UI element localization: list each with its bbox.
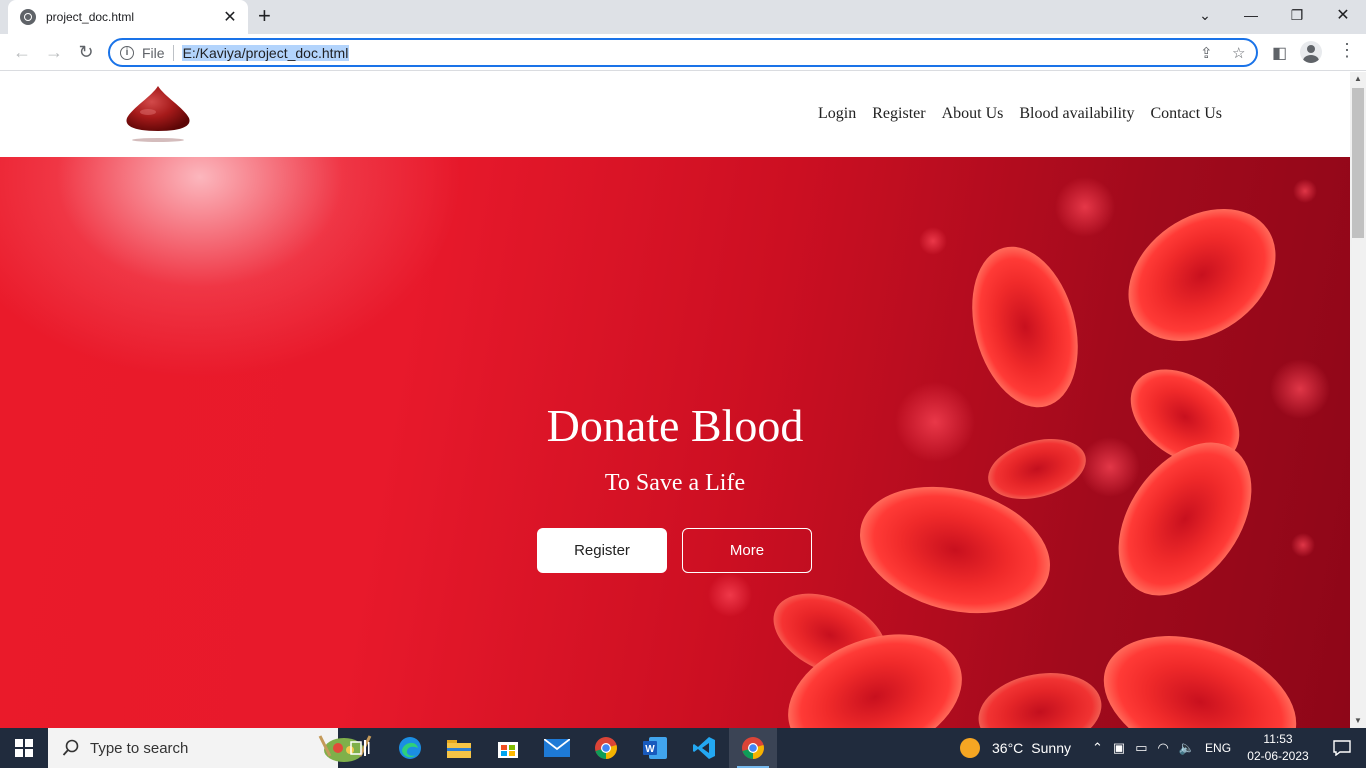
nav-register[interactable]: Register (872, 105, 925, 123)
notifications-icon[interactable] (1318, 728, 1366, 768)
url-text[interactable]: E:/Kaviya/project_doc.html (181, 44, 350, 61)
site-header: Login Register About Us Blood availabili… (0, 72, 1350, 157)
search-icon (62, 739, 79, 756)
show-hidden-icons-icon[interactable]: ⌃ (1092, 740, 1103, 756)
volume-icon[interactable]: 🔈 (1179, 740, 1195, 756)
weather-temp: 36°C (992, 740, 1024, 756)
windows-logo-icon (15, 739, 33, 757)
taskbar-clock[interactable]: 11:53 02-06-2023 (1240, 731, 1316, 765)
hero-title: Donate Blood (546, 400, 804, 451)
weather-condition: Sunny (1031, 740, 1071, 756)
nav-about-us[interactable]: About Us (942, 105, 1004, 123)
microsoft-store-icon[interactable] (484, 728, 532, 768)
tab-search-icon[interactable]: ⌄ (1182, 0, 1228, 30)
scroll-up-arrow-icon[interactable]: ▲ (1350, 72, 1366, 86)
profile-avatar-icon[interactable] (1300, 41, 1322, 63)
word-icon[interactable]: W (631, 728, 679, 768)
more-button[interactable]: More (682, 528, 812, 573)
globe-icon (20, 9, 36, 25)
scrollbar-thumb[interactable] (1352, 88, 1364, 238)
omnibox-divider (172, 44, 174, 61)
menu-icon[interactable]: ⋮ (1338, 40, 1356, 61)
chrome-icon[interactable] (582, 728, 630, 768)
battery-icon[interactable]: ▭ (1135, 740, 1147, 756)
wifi-icon[interactable]: ◠ (1158, 740, 1169, 756)
search-placeholder: Type to search (90, 739, 189, 757)
vscode-icon[interactable] (680, 728, 728, 768)
minimize-button[interactable]: ― (1228, 0, 1274, 30)
bookmark-star-icon[interactable]: ☆ (1232, 44, 1245, 62)
web-page: Login Register About Us Blood availabili… (0, 72, 1350, 728)
task-view-icon[interactable] (336, 728, 384, 768)
close-tab-icon[interactable]: ✕ (222, 7, 238, 27)
info-icon[interactable]: i (120, 45, 134, 60)
share-icon[interactable]: ⇪ (1200, 44, 1213, 62)
chrome-active-icon[interactable] (729, 728, 777, 768)
back-button[interactable]: ← (10, 40, 34, 64)
nav-login[interactable]: Login (818, 105, 856, 123)
tab-strip: project_doc.html ✕ + ⌄ ― ❐ ✕ (0, 0, 1366, 34)
meet-now-icon[interactable]: ▣ (1113, 740, 1125, 756)
browser-toolbar: ← → ↻ i File E:/Kaviya/project_doc.html … (0, 34, 1366, 71)
forward-button[interactable]: → (42, 40, 66, 64)
page-scrollbar[interactable]: ▲ ▼ (1350, 72, 1366, 728)
browser-tab[interactable]: project_doc.html ✕ (8, 0, 248, 34)
site-nav: Login Register About Us Blood availabili… (818, 105, 1222, 123)
edge-browser-icon[interactable] (386, 728, 434, 768)
clock-time: 11:53 (1263, 732, 1293, 746)
side-panel-icon[interactable]: ◧ (1272, 43, 1287, 63)
hero-subtitle: To Save a Life (604, 470, 746, 496)
restore-button[interactable]: ❐ (1274, 0, 1320, 30)
nav-blood-availability[interactable]: Blood availability (1019, 105, 1134, 123)
taskbar-search-box[interactable]: Type to search (48, 728, 372, 768)
new-tab-button[interactable]: + (258, 5, 271, 27)
sun-icon (960, 738, 980, 758)
reload-button[interactable]: ↻ (74, 40, 98, 64)
windows-start-button[interactable] (0, 728, 48, 768)
blood-drop-logo[interactable] (124, 84, 192, 144)
address-bar[interactable]: i File E:/Kaviya/project_doc.html ⇪ ☆ (108, 38, 1258, 67)
mail-icon[interactable] (533, 728, 581, 768)
tab-title: project_doc.html (46, 10, 135, 24)
svg-text:W: W (645, 744, 655, 755)
language-indicator[interactable]: ENG (1205, 741, 1231, 755)
system-tray: ⌃ ▣ ▭ ◠ 🔈 ENG (1092, 728, 1231, 768)
nav-contact-us[interactable]: Contact Us (1150, 105, 1222, 123)
scheme-label: File (142, 44, 165, 61)
scroll-down-arrow-icon[interactable]: ▼ (1350, 714, 1366, 728)
close-window-button[interactable]: ✕ (1320, 0, 1366, 30)
clock-date: 02-06-2023 (1247, 749, 1309, 763)
weather-widget[interactable]: 36°C Sunny (960, 728, 1071, 768)
windows-taskbar: Type to search W 36°C Sunny ⌃ ▣ ▭ ◠ 🔈 EN… (0, 728, 1366, 768)
register-button[interactable]: Register (537, 528, 667, 573)
file-explorer-icon[interactable] (435, 728, 483, 768)
hero-banner: Donate Blood To Save a Life Register Mor… (0, 157, 1350, 728)
